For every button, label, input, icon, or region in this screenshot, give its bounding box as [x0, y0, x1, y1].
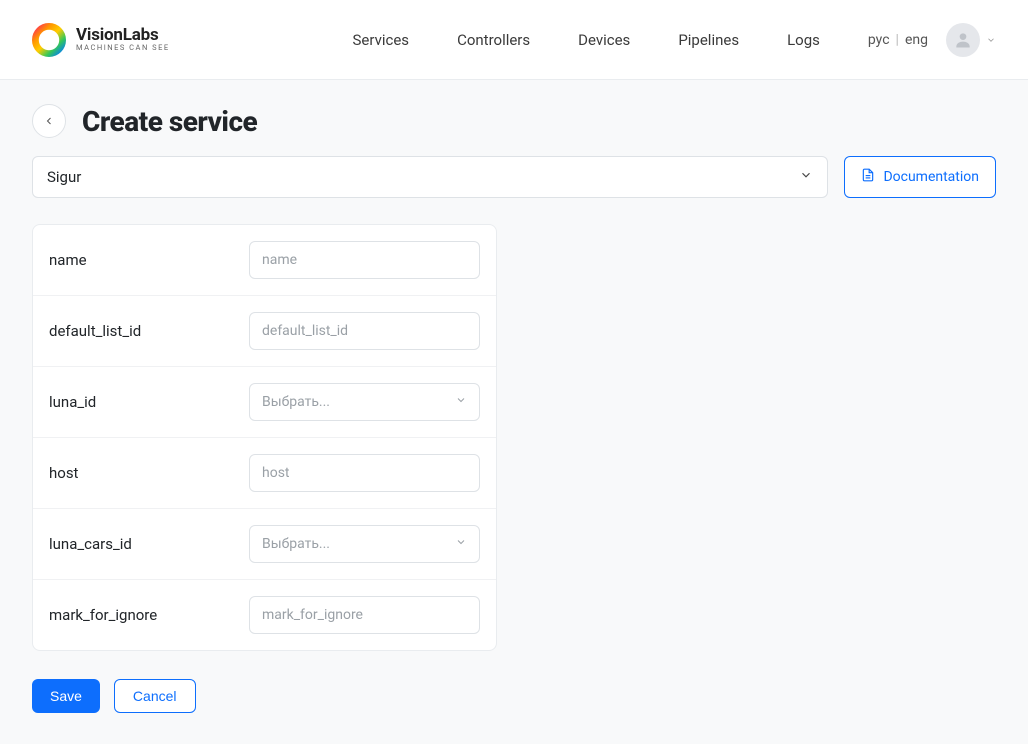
nav-devices[interactable]: Devices: [578, 31, 630, 49]
brand-title: VisionLabs: [76, 27, 170, 45]
label-luna-id: luna_id: [49, 393, 249, 411]
chevron-down-icon: [455, 536, 467, 552]
host-input[interactable]: [249, 454, 480, 492]
chevron-down-icon: [455, 394, 467, 410]
brand-block[interactable]: VisionLabs MACHINES CAN SEE: [32, 23, 170, 57]
chevron-down-icon: [986, 30, 996, 49]
luna-cars-id-select[interactable]: Выбрать...: [249, 525, 480, 563]
luna-id-select[interactable]: Выбрать...: [249, 383, 480, 421]
mark-for-ignore-input[interactable]: [249, 596, 480, 634]
row-luna-id: luna_id Выбрать...: [33, 367, 496, 438]
nav-pipelines[interactable]: Pipelines: [678, 31, 739, 49]
app-header: VisionLabs MACHINES CAN SEE Services Con…: [0, 0, 1028, 80]
profile-dropdown[interactable]: [946, 23, 996, 57]
language-switch: рус | eng: [868, 32, 928, 48]
nav-services[interactable]: Services: [353, 31, 410, 49]
chevron-down-icon: [799, 168, 813, 186]
title-row: Create service: [32, 104, 996, 138]
label-default-list-id: default_list_id: [49, 322, 249, 340]
top-controls: Sigur Documentation: [32, 156, 996, 198]
row-host: host: [33, 438, 496, 509]
service-type-value: Sigur: [47, 168, 81, 186]
lang-ru[interactable]: рус: [868, 32, 890, 48]
cancel-button[interactable]: Cancel: [114, 679, 196, 713]
header-right: рус | eng: [868, 23, 996, 57]
label-mark-for-ignore: mark_for_ignore: [49, 606, 249, 624]
lang-separator: |: [896, 32, 899, 48]
label-name: name: [49, 251, 249, 269]
row-name: name: [33, 225, 496, 296]
row-mark-for-ignore: mark_for_ignore: [33, 580, 496, 650]
nav-controllers[interactable]: Controllers: [457, 31, 530, 49]
brand-text: VisionLabs MACHINES CAN SEE: [76, 27, 170, 53]
row-default-list-id: default_list_id: [33, 296, 496, 367]
avatar-icon: [946, 23, 980, 57]
brand-subtitle: MACHINES CAN SEE: [76, 44, 170, 52]
documentation-button[interactable]: Documentation: [844, 156, 996, 198]
document-icon: [861, 168, 875, 186]
save-button[interactable]: Save: [32, 679, 100, 713]
label-host: host: [49, 464, 249, 482]
brand-logo-icon: [32, 23, 66, 57]
luna-id-placeholder: Выбрать...: [262, 394, 330, 410]
page-title: Create service: [82, 105, 257, 138]
documentation-label: Documentation: [883, 169, 979, 185]
label-luna-cars-id: luna_cars_id: [49, 535, 249, 553]
lang-en[interactable]: eng: [905, 32, 928, 48]
top-nav: Services Controllers Devices Pipelines L…: [353, 31, 820, 49]
form-actions: Save Cancel: [32, 679, 996, 713]
luna-cars-id-placeholder: Выбрать...: [262, 536, 330, 552]
default-list-id-input[interactable]: [249, 312, 480, 350]
page-body: Create service Sigur Documentation name …: [0, 80, 1028, 737]
nav-logs[interactable]: Logs: [787, 31, 820, 49]
service-form: name default_list_id luna_id Выбрать... …: [32, 224, 497, 651]
row-luna-cars-id: luna_cars_id Выбрать...: [33, 509, 496, 580]
service-type-select[interactable]: Sigur: [32, 156, 828, 198]
back-button[interactable]: [32, 104, 66, 138]
name-input[interactable]: [249, 241, 480, 279]
